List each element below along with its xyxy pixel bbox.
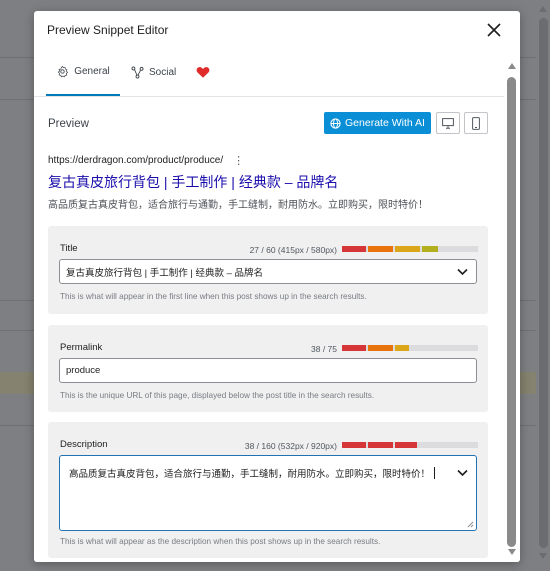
text-caret xyxy=(434,467,436,479)
page-scroll-up[interactable] xyxy=(539,6,547,12)
title-field-value: 复古真皮旅行背包 | 手工制作 | 经典款 – 品牌名 xyxy=(66,267,264,279)
ai-globe-icon xyxy=(330,117,341,129)
serp-title[interactable]: 复古真皮旅行背包 | 手工制作 | 经典款 – 品牌名 xyxy=(48,172,338,192)
description-char-count: 38 / 160 (532px / 920px) xyxy=(244,441,337,451)
desktop-preview-button[interactable] xyxy=(436,112,460,134)
permalink-length-meter xyxy=(342,345,478,351)
desktop-icon xyxy=(442,117,454,129)
mobile-preview-button[interactable] xyxy=(464,112,488,134)
title-field[interactable]: 复古真皮旅行背包 | 手工制作 | 经典款 – 品牌名 xyxy=(59,259,477,284)
snippet-editor-modal: Preview Snippet Editor General Social Pr… xyxy=(34,11,520,562)
title-panel: Title 27 / 60 (415px / 580px) 复古真皮旅行背包 |… xyxy=(48,226,488,314)
serp-description: 高品质复古真皮背包，适合旅行与通勤，手工缝制，耐用防水。立即购买，限时特价！ xyxy=(48,200,428,211)
modal-title: Preview Snippet Editor xyxy=(47,23,169,37)
modal-header: Preview Snippet Editor xyxy=(34,11,520,49)
close-icon[interactable] xyxy=(486,22,502,38)
chevron-down-icon[interactable] xyxy=(457,268,468,276)
permalink-field[interactable]: produce xyxy=(59,358,477,383)
title-hint: This is what will appear in the first li… xyxy=(60,292,367,301)
preview-heading: Preview xyxy=(48,118,89,130)
permalink-panel: Permalink 38 / 75 produce This is the un… xyxy=(48,325,488,412)
heart-icon xyxy=(196,67,210,78)
serp-url-text: https://derdragon.com/product/produce/ xyxy=(48,155,224,166)
title-label: Title xyxy=(60,243,78,254)
permalink-hint: This is the unique URL of this page, dis… xyxy=(60,391,375,400)
permalink-label: Permalink xyxy=(60,342,103,353)
title-length-meter xyxy=(342,246,478,252)
resize-handle-icon[interactable] xyxy=(467,521,474,528)
permalink-field-value: produce xyxy=(66,365,101,376)
generate-with-ai-button[interactable]: Generate With AI xyxy=(324,112,431,134)
tab-general[interactable]: General xyxy=(46,49,120,96)
share-icon xyxy=(131,66,144,79)
tab-social[interactable]: Social xyxy=(131,49,176,96)
description-panel: Description 38 / 160 (532px / 920px) 高品质… xyxy=(48,422,488,558)
page-scroll-thumb[interactable] xyxy=(539,18,548,548)
description-field[interactable]: 高品质复古真皮背包，适合旅行与通勤，手工缝制，耐用防水。立即购买，限时特价！ xyxy=(59,455,477,531)
page-scrollbar[interactable] xyxy=(536,0,550,571)
description-hint: This is what will appear as the descript… xyxy=(60,537,381,546)
scroll-up-arrow[interactable] xyxy=(508,63,516,69)
serp-url: https://derdragon.com/product/produce/ ⋮ xyxy=(48,154,244,167)
modal-content: Preview Generate With AI https://derdrag… xyxy=(34,97,506,562)
title-char-count: 27 / 60 (415px / 580px) xyxy=(249,245,337,255)
scroll-down-arrow[interactable] xyxy=(508,549,516,555)
modal-scrollbar[interactable] xyxy=(504,49,520,562)
permalink-char-count: 38 / 75 xyxy=(311,344,337,354)
tab-bar: General Social xyxy=(34,49,504,97)
page-scroll-down[interactable] xyxy=(539,553,547,559)
description-label: Description xyxy=(60,439,108,450)
gear-icon xyxy=(58,66,69,78)
description-field-value: 高品质复古真皮背包，适合旅行与通勤，手工缝制，耐用防水。立即购买，限时特价！ xyxy=(69,466,436,480)
tab-heart[interactable] xyxy=(196,49,215,96)
chevron-down-icon[interactable] xyxy=(457,469,468,477)
tab-general-label: General xyxy=(74,66,110,77)
mobile-icon xyxy=(472,116,480,130)
scroll-thumb[interactable] xyxy=(507,77,516,547)
description-length-meter xyxy=(342,442,478,448)
more-vertical-icon: ⋮ xyxy=(233,155,245,167)
generate-with-ai-label: Generate With AI xyxy=(345,117,425,129)
tab-social-label: Social xyxy=(149,67,177,78)
